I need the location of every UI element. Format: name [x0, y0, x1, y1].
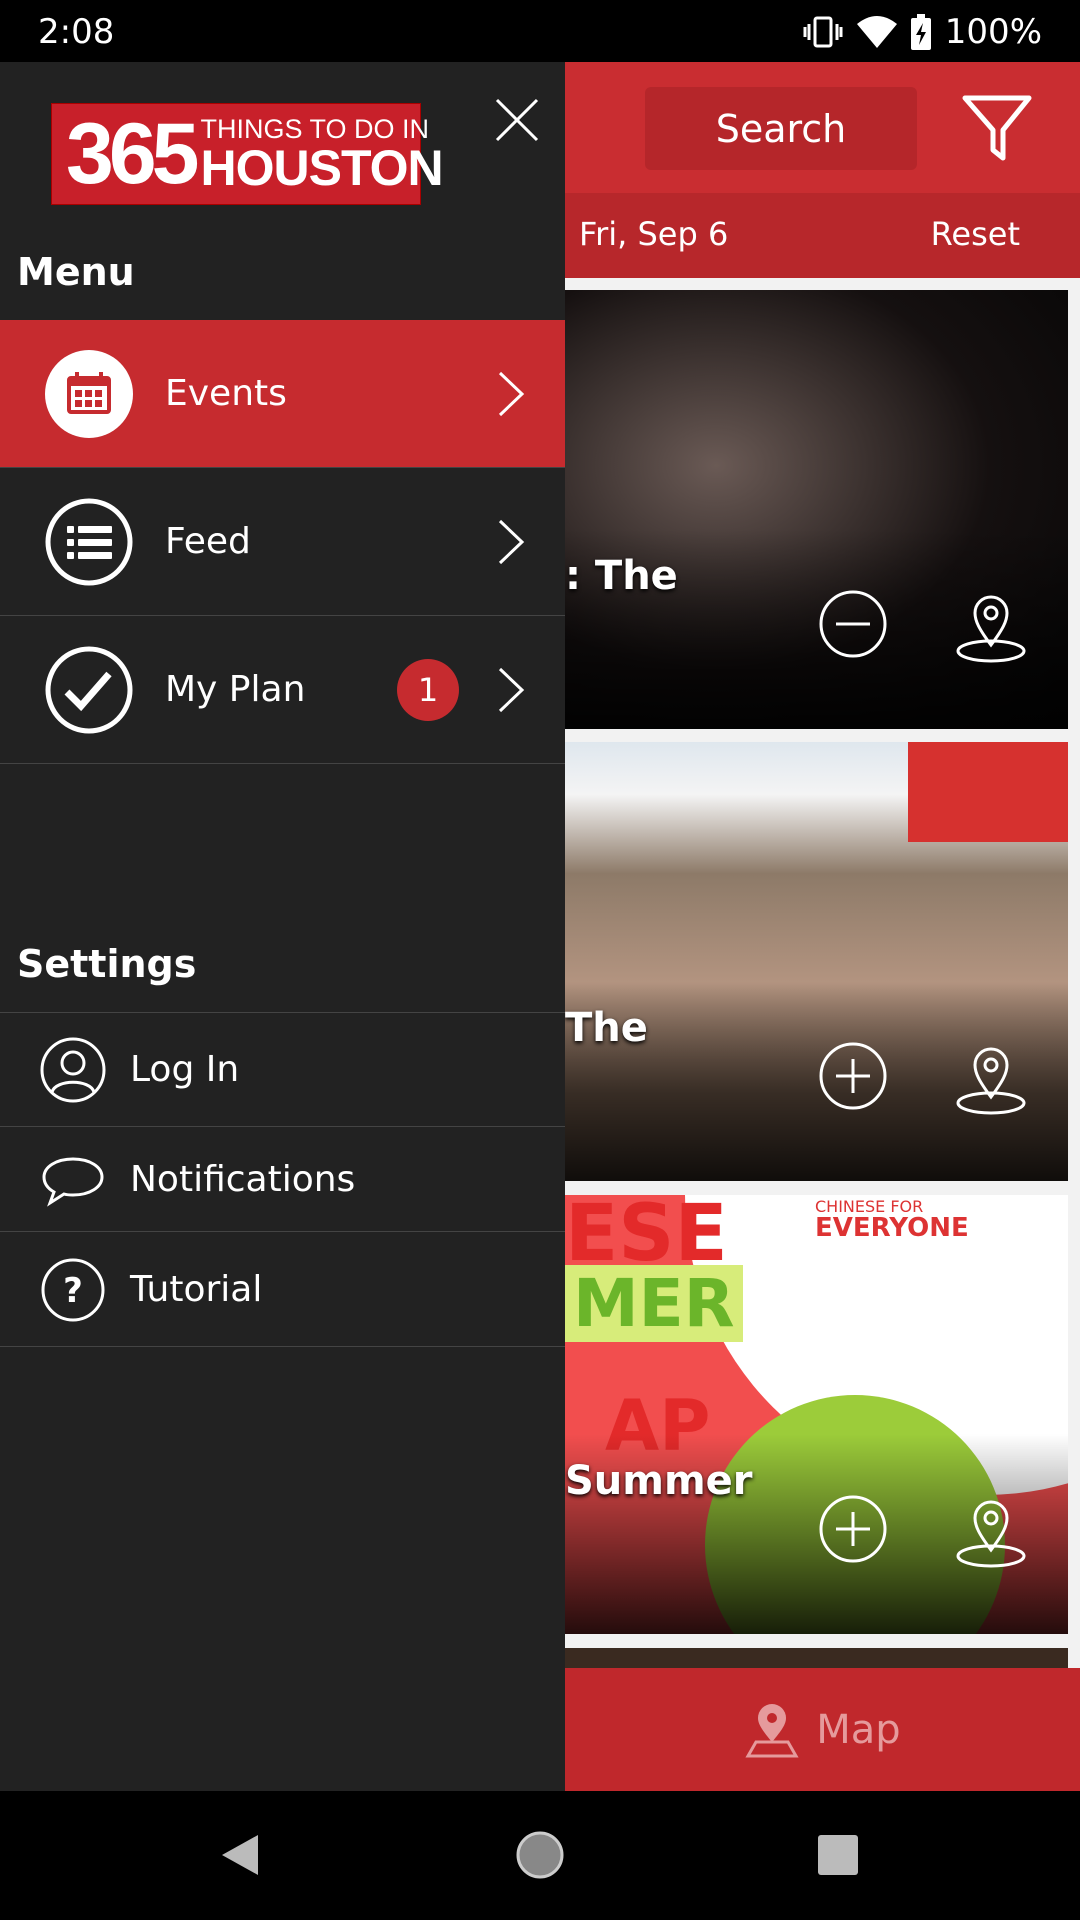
- svg-text:?: ?: [63, 1271, 83, 1311]
- map-pin-icon[interactable]: [955, 1494, 1027, 1568]
- date-selector[interactable]: Fri, Sep 6: [579, 215, 728, 253]
- close-icon[interactable]: [493, 96, 541, 144]
- menu-item-my-plan[interactable]: My Plan 1: [0, 616, 565, 764]
- settings-item-label: Notifications: [130, 1159, 356, 1200]
- events-screen: Search Fri, Sep 6 Reset : The The ESE ME…: [565, 62, 1080, 1791]
- event-card[interactable]: : The: [565, 290, 1068, 729]
- menu-item-label: Feed: [165, 521, 251, 562]
- event-title: The: [565, 1005, 648, 1051]
- event-title: Summer: [565, 1458, 753, 1504]
- settings-item-tutorial[interactable]: ? Tutorial: [0, 1233, 565, 1347]
- reset-button[interactable]: Reset: [931, 215, 1020, 253]
- menu-item-label: My Plan: [165, 669, 306, 710]
- plan-count-badge: 1: [397, 658, 459, 721]
- search-label: Search: [715, 106, 847, 151]
- minus-circle-icon[interactable]: [818, 589, 888, 659]
- status-time: 2:08: [38, 12, 115, 52]
- home-icon[interactable]: [515, 1830, 565, 1880]
- app-logo: 365 THINGS TO DO IN HOUSTON: [51, 103, 444, 205]
- map-label: Map: [816, 1706, 901, 1753]
- battery-level: 100%: [944, 12, 1042, 52]
- map-pin-icon: [745, 1703, 799, 1757]
- plus-circle-icon[interactable]: [818, 1494, 888, 1564]
- event-title: : The: [565, 553, 678, 599]
- chevron-right-icon: [498, 371, 525, 416]
- filter-icon[interactable]: [961, 92, 1033, 164]
- menu-heading: Menu: [17, 250, 135, 294]
- menu-item-events[interactable]: Events: [0, 320, 565, 468]
- plus-circle-icon[interactable]: [818, 1041, 888, 1111]
- chat-bubble-icon: [42, 1156, 104, 1207]
- image-text: MER: [565, 1265, 743, 1342]
- menu-item-label: Events: [165, 373, 287, 414]
- settings-item-label: Tutorial: [130, 1269, 263, 1310]
- help-icon: ?: [41, 1258, 105, 1321]
- logo-line1: THINGS TO DO IN: [200, 113, 430, 144]
- logo-line2: HOUSTON: [200, 139, 444, 196]
- back-icon[interactable]: [218, 1831, 262, 1879]
- map-pin-icon[interactable]: [955, 1041, 1027, 1115]
- app-header: Search: [565, 62, 1080, 193]
- recents-icon[interactable]: [818, 1835, 858, 1875]
- system-nav-bar: [0, 1791, 1080, 1920]
- map-pin-icon[interactable]: [955, 589, 1027, 663]
- logo-number: 365: [66, 106, 199, 202]
- vibrate-icon: [803, 16, 843, 48]
- date-bar: Fri, Sep 6 Reset: [565, 193, 1080, 278]
- event-card[interactable]: The: [565, 742, 1068, 1181]
- settings-item-log-in[interactable]: Log In: [0, 1013, 565, 1127]
- wifi-icon: [856, 16, 897, 48]
- check-circle-icon: [45, 646, 133, 733]
- status-bar: 2:08 100%: [0, 0, 1080, 62]
- search-button[interactable]: Search: [645, 87, 917, 170]
- settings-heading: Settings: [17, 942, 197, 986]
- event-card[interactable]: ESE MER AP CHINESE FOR EVERYONE Summer: [565, 1195, 1068, 1634]
- tent-image: [908, 742, 1068, 842]
- settings-item-notifications[interactable]: Notifications: [0, 1128, 565, 1232]
- chevron-right-icon: [498, 667, 525, 712]
- navigation-drawer: 365 THINGS TO DO IN HOUSTON Menu Events F…: [0, 62, 565, 1791]
- list-icon: [45, 498, 133, 585]
- user-icon: [40, 1037, 106, 1102]
- battery-charging-icon: [910, 14, 931, 50]
- image-text: EVERYONE: [815, 1213, 969, 1243]
- settings-item-label: Log In: [130, 1049, 240, 1090]
- map-button[interactable]: Map: [565, 1668, 1080, 1791]
- calendar-icon: [45, 349, 133, 438]
- menu-item-feed[interactable]: Feed: [0, 468, 565, 616]
- chevron-right-icon: [498, 519, 525, 564]
